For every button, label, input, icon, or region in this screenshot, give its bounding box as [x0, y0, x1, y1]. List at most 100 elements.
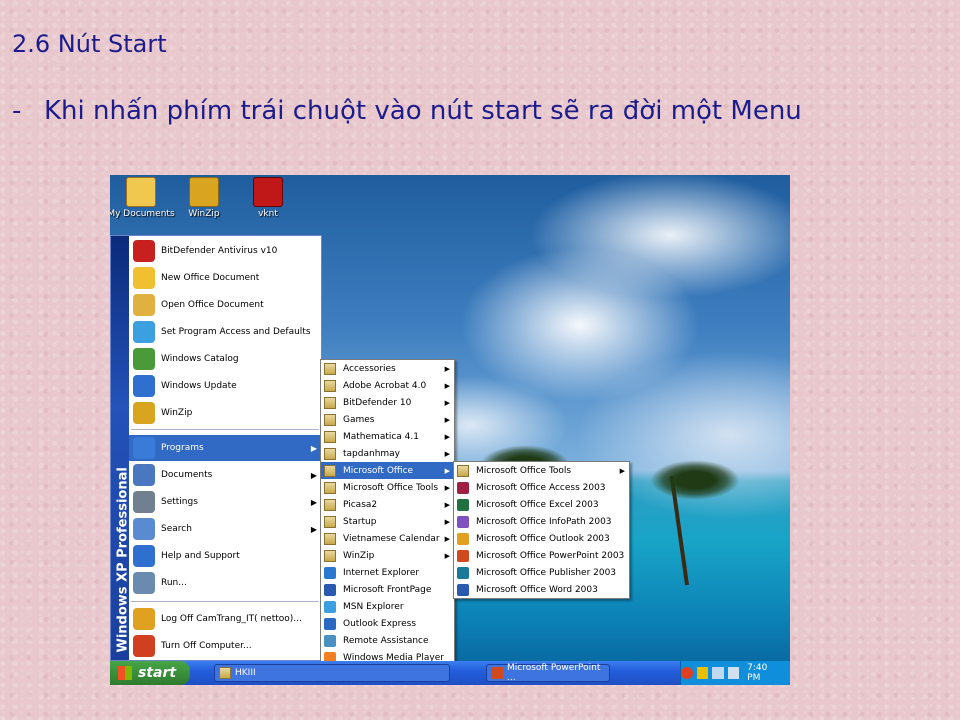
submenu-arrow-icon: ▶	[444, 364, 450, 373]
task-label: HKIII	[235, 668, 256, 678]
winzip-icon	[133, 402, 155, 424]
menu-item-label: Startup	[343, 516, 377, 527]
start-menu-item-windows-catalog[interactable]: Windows Catalog	[129, 346, 321, 372]
desktop-icon-label: WinZip	[188, 209, 220, 219]
publisher-icon	[457, 566, 469, 579]
start-menu-item-help[interactable]: Help and Support	[129, 543, 321, 569]
taskbar-button-hkiii[interactable]: HKIII	[214, 664, 450, 682]
powerpoint-icon	[457, 549, 469, 562]
folder-icon	[324, 549, 336, 562]
menu-item-label: Outlook Express	[343, 618, 417, 629]
menu-item-microsoft-office-word-2003[interactable]: Microsoft Office Word 2003	[454, 581, 629, 598]
start-button[interactable]: start	[110, 661, 190, 685]
start-menu-item-log-off[interactable]: Log Off CamTrang_IT( nettoo)...	[129, 606, 321, 632]
menu-item-tapdanhmay[interactable]: tapdanhmay ▶	[321, 445, 454, 462]
slide-title: 2.6 Nút Start	[12, 30, 167, 58]
menu-item-microsoft-office-excel-2003[interactable]: Microsoft Office Excel 2003	[454, 496, 629, 513]
tray-volume-icon[interactable]	[727, 667, 740, 679]
microsoft-office-submenu: Microsoft Office Tools ▶ Microsoft Office …	[453, 461, 630, 599]
menu-item-microsoft-office-tools[interactable]: Microsoft Office Tools ▶	[321, 479, 454, 496]
start-menu-item-programs[interactable]: Programs ▶	[129, 435, 321, 461]
menu-item-label: Microsoft Office Tools	[476, 465, 572, 476]
menu-item-bitdefender-10[interactable]: BitDefender 10 ▶	[321, 394, 454, 411]
start-menu-item-label: Open Office Document	[161, 300, 264, 310]
menu-item-label: Microsoft Office PowerPoint 2003	[476, 550, 625, 561]
start-menu-item-label: Log Off CamTrang_IT( nettoo)...	[161, 614, 302, 624]
menu-item-microsoft-office[interactable]: Microsoft Office ▶	[321, 462, 454, 479]
excel-icon	[457, 498, 469, 511]
menu-item-winzip[interactable]: WinZip ▶	[321, 547, 454, 564]
submenu-arrow-icon: ▶	[310, 524, 317, 534]
menu-item-microsoft-office-publisher-2003[interactable]: Microsoft Office Publisher 2003	[454, 564, 629, 581]
menu-item-label: Picasa2	[343, 499, 378, 510]
programs-submenu: Accessories ▶ Adobe Acrobat 4.0 ▶ BitDefende…	[320, 359, 455, 685]
menu-item-microsoft-office-outlook-2003[interactable]: Microsoft Office Outlook 2003	[454, 530, 629, 547]
submenu-arrow-icon: ▶	[444, 466, 450, 475]
start-menu-item-label: Help and Support	[161, 551, 240, 561]
bullet-dash: -	[12, 96, 22, 126]
remote-assistance-icon	[324, 634, 336, 647]
menu-item-microsoft-office-powerpoint-2003[interactable]: Microsoft Office PowerPoint 2003	[454, 547, 629, 564]
menu-item-vietnamese-calendar[interactable]: Vietnamese Calendar ▶	[321, 530, 454, 547]
menu-item-remote-assistance[interactable]: Remote Assistance	[321, 632, 454, 649]
start-menu-item-windows-update[interactable]: Windows Update	[129, 373, 321, 399]
tray-network-icon[interactable]	[712, 667, 724, 679]
menu-item-outlook-express[interactable]: Outlook Express	[321, 615, 454, 632]
submenu-arrow-icon: ▶	[444, 500, 450, 509]
menu-item-label: Microsoft Office	[343, 465, 414, 476]
bullet-text: Khi nhấn phím trái chuột vào nút start s…	[44, 96, 802, 126]
menu-item-accessories[interactable]: Accessories ▶	[321, 360, 454, 377]
start-menu-item-winzip[interactable]: WinZip	[129, 400, 321, 426]
menu-item-microsoft-office-infopath-2003[interactable]: Microsoft Office InfoPath 2003	[454, 513, 629, 530]
start-menu-item-new-office-document[interactable]: New Office Document	[129, 265, 321, 291]
menu-item-microsoft-office-access-2003[interactable]: Microsoft Office Access 2003	[454, 479, 629, 496]
menu-item-msn-explorer[interactable]: MSN Explorer	[321, 598, 454, 615]
taskbar: start HKIII Microsoft PowerPoint ... 7:4…	[110, 661, 790, 685]
start-menu-item-bitdefender[interactable]: BitDefender Antivirus v10	[129, 238, 321, 264]
menu-item-games[interactable]: Games ▶	[321, 411, 454, 428]
internet-explorer-icon	[324, 566, 336, 579]
menu-item-mathematica-4-1[interactable]: Mathematica 4.1 ▶	[321, 428, 454, 445]
start-button-label: start	[138, 665, 177, 681]
menu-item-picasa2[interactable]: Picasa2 ▶	[321, 496, 454, 513]
taskbar-button-powerpoint[interactable]: Microsoft PowerPoint ...	[486, 663, 610, 683]
start-menu-item-run[interactable]: Run...	[129, 570, 321, 596]
menu-item-microsoft-office-tools[interactable]: Microsoft Office Tools ▶	[454, 462, 629, 479]
start-menu-item-label: Set Program Access and Defaults	[161, 327, 311, 337]
submenu-arrow-icon: ▶	[310, 497, 317, 507]
start-menu-separator	[131, 601, 319, 602]
tray-shield-icon[interactable]	[681, 667, 693, 679]
start-menu-item-label: WinZip	[161, 408, 193, 418]
menu-item-label: Mathematica 4.1	[343, 431, 419, 442]
desktop-icon-my-documents[interactable]: My Documents	[110, 177, 177, 219]
folder-icon	[457, 464, 469, 477]
start-menu-item-label: New Office Document	[161, 273, 260, 283]
menu-item-label: Vietnamese Calendar	[343, 533, 440, 544]
desktop-icon-vknt[interactable]: vknt	[232, 177, 304, 219]
turn-off-icon	[133, 635, 155, 657]
menu-item-label: Internet Explorer	[343, 567, 420, 578]
start-menu-item-documents[interactable]: Documents ▶	[129, 462, 321, 488]
submenu-arrow-icon: ▶	[444, 551, 450, 560]
msn-explorer-icon	[324, 600, 336, 613]
menu-item-label: Microsoft Office Excel 2003	[476, 499, 599, 510]
submenu-arrow-icon: ▶	[444, 449, 450, 458]
slide-bullet: - Khi nhấn phím trái chuột vào nút start …	[12, 96, 802, 126]
winzip-icon	[189, 177, 219, 207]
desktop-icon-winzip[interactable]: WinZip	[168, 177, 240, 219]
tray-vietkey-icon[interactable]	[696, 667, 709, 679]
start-menu-item-settings[interactable]: Settings ▶	[129, 489, 321, 515]
submenu-arrow-icon: ▶	[444, 483, 450, 492]
start-menu-item-open-office-document[interactable]: Open Office Document	[129, 292, 321, 318]
submenu-arrow-icon: ▶	[444, 517, 450, 526]
start-menu-item-turn-off[interactable]: Turn Off Computer...	[129, 633, 321, 659]
menu-item-label: Microsoft Office Access 2003	[476, 482, 606, 493]
menu-item-startup[interactable]: Startup ▶	[321, 513, 454, 530]
menu-item-label: Accessories	[343, 363, 396, 374]
menu-item-internet-explorer[interactable]: Internet Explorer	[321, 564, 454, 581]
menu-item-microsoft-frontpage[interactable]: Microsoft FrontPage	[321, 581, 454, 598]
screenshot-desktop: My Documents WinZip vknt Windows XP Prof…	[110, 175, 790, 685]
start-menu-item-search[interactable]: Search ▶	[129, 516, 321, 542]
menu-item-adobe-acrobat-4-0[interactable]: Adobe Acrobat 4.0 ▶	[321, 377, 454, 394]
start-menu-item-program-access[interactable]: Set Program Access and Defaults	[129, 319, 321, 345]
